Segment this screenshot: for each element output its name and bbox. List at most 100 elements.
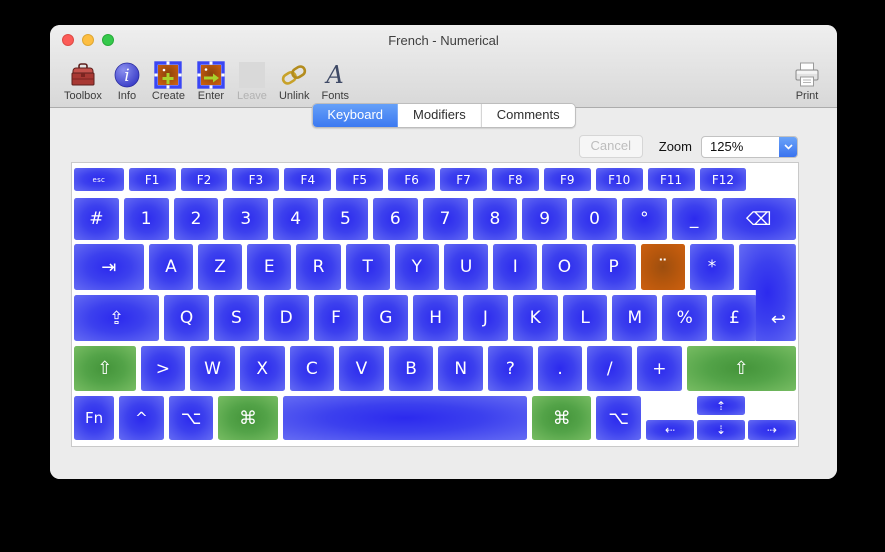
content-area: Keyboard Modifiers Comments Cancel Zoom …	[50, 103, 837, 479]
key-hash[interactable]: #	[74, 198, 119, 240]
view-tabs: Keyboard Modifiers Comments	[311, 103, 576, 128]
key-f1[interactable]: F1	[128, 168, 176, 191]
key-f4[interactable]: F4	[284, 168, 332, 191]
info-button[interactable]: i Info	[108, 60, 146, 102]
key-command-left[interactable]: ⌘	[218, 396, 278, 440]
enter-button[interactable]: Enter	[191, 60, 231, 102]
tab-modifiers[interactable]: Modifiers	[398, 104, 482, 127]
key-f12[interactable]: F12	[699, 168, 747, 191]
titlebar: French - Numerical	[50, 25, 837, 55]
unlink-button[interactable]: Unlink	[273, 60, 316, 102]
key-underscore[interactable]: _	[671, 198, 717, 240]
tab-comments[interactable]: Comments	[481, 104, 575, 127]
tab-keyboard[interactable]: Keyboard	[312, 104, 399, 127]
create-icon	[154, 60, 183, 89]
key-arrow-right[interactable]: ⇢	[747, 420, 796, 440]
key-plus[interactable]: +	[637, 346, 682, 391]
key-f5[interactable]: F5	[336, 168, 384, 191]
key-command-right[interactable]: ⌘	[532, 396, 592, 440]
key-j[interactable]: J	[463, 295, 508, 341]
key-c[interactable]: C	[289, 346, 335, 391]
key-percent[interactable]: %	[662, 295, 708, 341]
key-x[interactable]: X	[239, 346, 285, 391]
key-pound[interactable]: £	[712, 295, 757, 341]
key-7[interactable]: 7	[422, 198, 468, 240]
key-z[interactable]: Z	[198, 244, 243, 290]
key-4[interactable]: 4	[273, 198, 319, 240]
key-capslock[interactable]: ⇪	[74, 295, 160, 341]
key-question[interactable]: ?	[488, 346, 533, 391]
key-f2[interactable]: F2	[180, 168, 228, 191]
key-f11[interactable]: F11	[647, 168, 695, 191]
key-d[interactable]: D	[263, 295, 309, 341]
key-b[interactable]: B	[388, 346, 434, 391]
create-button[interactable]: Create	[146, 60, 191, 102]
key-q[interactable]: Q	[164, 295, 209, 341]
key-f9[interactable]: F9	[543, 168, 591, 191]
key-esc[interactable]: esc	[74, 168, 124, 191]
key-slash[interactable]: /	[587, 346, 633, 391]
key-m[interactable]: M	[612, 295, 658, 341]
key-t[interactable]: T	[345, 244, 390, 290]
key-asterisk[interactable]: *	[689, 244, 735, 290]
zoom-label: Zoom	[658, 139, 692, 154]
key-u[interactable]: U	[443, 244, 489, 290]
key-g[interactable]: G	[363, 295, 409, 341]
key-f6[interactable]: F6	[388, 168, 436, 191]
zoom-dropdown[interactable]: 125%	[701, 135, 798, 158]
key-1[interactable]: 1	[123, 198, 169, 240]
key-w[interactable]: W	[190, 346, 235, 391]
traffic-lights	[62, 34, 114, 46]
key-s[interactable]: S	[213, 295, 259, 341]
key-l[interactable]: L	[562, 295, 608, 341]
key-tab[interactable]: ⇥	[74, 244, 144, 290]
key-backspace[interactable]: ⌫	[721, 198, 796, 240]
key-shift-right[interactable]: ⇧	[686, 346, 797, 391]
key-y[interactable]: Y	[394, 244, 439, 290]
key-8[interactable]: 8	[472, 198, 518, 240]
key-option-right[interactable]: ⌥	[596, 396, 641, 440]
minimize-button[interactable]	[82, 34, 94, 46]
key-shift-left[interactable]: ⇧	[74, 346, 136, 391]
key-f8[interactable]: F8	[491, 168, 539, 191]
key-fn[interactable]: Fn	[74, 396, 115, 440]
key-arrow-left[interactable]: ⇠	[645, 420, 694, 440]
key-option-left[interactable]: ⌥	[168, 396, 214, 440]
key-o[interactable]: O	[542, 244, 587, 290]
key-3[interactable]: 3	[223, 198, 269, 240]
key-6[interactable]: 6	[372, 198, 418, 240]
fonts-button[interactable]: A Fonts	[316, 60, 356, 103]
key-greater-than[interactable]: >	[140, 346, 186, 391]
key-h[interactable]: H	[413, 295, 459, 341]
key-r[interactable]: R	[296, 244, 341, 290]
row-spacer	[751, 168, 796, 191]
print-button[interactable]: Print	[787, 60, 821, 102]
key-2[interactable]: 2	[173, 198, 219, 240]
key-dead-diaeresis[interactable]: ¨	[640, 244, 685, 290]
toolbox-button[interactable]: Toolbox	[58, 60, 108, 102]
key-0[interactable]: 0	[572, 198, 617, 240]
key-v[interactable]: V	[339, 346, 384, 391]
key-control[interactable]: ^	[119, 396, 164, 440]
key-i[interactable]: I	[493, 244, 538, 290]
key-e[interactable]: E	[247, 244, 292, 290]
close-button[interactable]	[62, 34, 74, 46]
key-f10[interactable]: F10	[595, 168, 643, 191]
key-arrow-up[interactable]: ⇡	[696, 396, 745, 415]
key-arrow-down[interactable]: ⇣	[696, 420, 745, 440]
key-degree[interactable]: °	[621, 198, 667, 240]
key-f[interactable]: F	[313, 295, 359, 341]
key-period[interactable]: .	[537, 346, 583, 391]
function-row: esc F1 F2 F3 F4 F5 F6 F7 F8 F9 F10 F11 F12	[74, 168, 796, 191]
cancel-button[interactable]: Cancel	[578, 135, 643, 158]
key-a[interactable]: A	[148, 244, 194, 290]
key-n[interactable]: N	[438, 346, 484, 391]
key-space[interactable]	[282, 396, 528, 440]
key-p[interactable]: P	[591, 244, 636, 290]
key-9[interactable]: 9	[522, 198, 568, 240]
key-f7[interactable]: F7	[440, 168, 487, 191]
fullscreen-button[interactable]	[102, 34, 114, 46]
key-5[interactable]: 5	[323, 198, 368, 240]
key-k[interactable]: K	[512, 295, 558, 341]
key-f3[interactable]: F3	[232, 168, 280, 191]
